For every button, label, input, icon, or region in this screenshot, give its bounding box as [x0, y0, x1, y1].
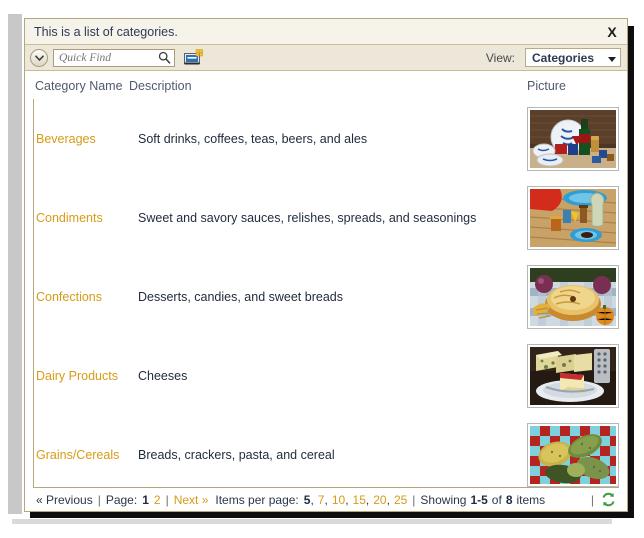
table-row[interactable]: Condiments Sweet and savory sauces, reli…: [34, 178, 627, 257]
column-header-picture[interactable]: Picture: [527, 79, 627, 93]
category-name-link[interactable]: Confections: [34, 290, 138, 304]
modal-titlebar: This is a list of categories. X: [25, 19, 627, 45]
modal-title: This is a list of categories.: [34, 24, 178, 39]
items-per-page-7[interactable]: 7: [318, 493, 325, 507]
page-number-2[interactable]: 2: [154, 493, 161, 507]
category-name-link[interactable]: Grains/Cereals: [34, 448, 138, 462]
category-picture-cell: [527, 422, 627, 487]
footer-separator: |: [412, 492, 416, 507]
category-description: Desserts, candies, and sweet breads: [138, 289, 343, 304]
view-label: View:: [485, 50, 515, 65]
items-per-page-20[interactable]: 20: [373, 493, 386, 507]
search-icon[interactable]: [158, 51, 171, 64]
beverages-thumbnail: [527, 106, 619, 171]
footer-separator: |: [590, 492, 594, 507]
items-per-page-25[interactable]: 25: [394, 493, 407, 507]
refresh-icon[interactable]: [599, 491, 617, 509]
showing-total: 8: [505, 492, 513, 507]
next-page-link[interactable]: Next »: [174, 493, 209, 507]
quick-find-box[interactable]: [53, 48, 175, 67]
table-row[interactable]: Dairy Products Cheeses: [34, 336, 627, 415]
previous-page-link[interactable]: « Previous: [36, 493, 93, 507]
category-description: Cheeses: [138, 368, 188, 383]
background-left-margin: [0, 14, 8, 514]
chevron-down-icon[interactable]: [30, 48, 48, 67]
showing-range: 1-5: [470, 492, 488, 507]
footer-separator: |: [165, 492, 169, 507]
category-name-link[interactable]: Dairy Products: [34, 369, 138, 383]
page-label: Page:: [105, 492, 138, 507]
category-name-link[interactable]: Condiments: [34, 211, 138, 225]
search-input[interactable]: [59, 49, 158, 66]
close-button[interactable]: X: [603, 23, 621, 41]
background-obscured-text: [9, 170, 22, 370]
view-select[interactable]: Categories: [525, 48, 621, 67]
footer-separator: |: [97, 492, 101, 507]
items-per-page-5[interactable]: 5: [304, 493, 311, 507]
pagination-footer: « Previous | Page: 1 2 | Next » Items pe…: [33, 487, 619, 511]
category-description: Sweet and savory sauces, relishes, sprea…: [138, 210, 477, 225]
view-select-value: Categories: [532, 50, 595, 65]
categories-modal-dialog: This is a list of categories. X Quick Fi…: [24, 18, 628, 512]
categories-grid: Category Name Description Picture Bevera…: [25, 71, 627, 487]
new-record-icon[interactable]: [183, 48, 205, 68]
showing-prefix: Showing: [420, 492, 467, 507]
grid-header-row: Category Name Description Picture: [25, 71, 627, 99]
caret-down-icon: [608, 49, 616, 67]
dairy-products-thumbnail: [527, 343, 619, 408]
category-picture-cell: [527, 106, 627, 171]
items-per-page-15[interactable]: 15: [353, 493, 366, 507]
condiments-thumbnail: [527, 185, 619, 250]
modal-toolbar: View: Categories: [25, 45, 627, 71]
page-number-1[interactable]: 1: [142, 493, 149, 507]
showing-suffix: items: [516, 492, 546, 507]
category-description: Soft drinks, coffees, teas, beers, and a…: [138, 131, 368, 146]
grains-cereals-thumbnail: [527, 422, 619, 487]
table-row[interactable]: Grains/Cereals Breads, crackers, pasta, …: [34, 415, 627, 487]
table-row[interactable]: Beverages Soft drinks, coffees, teas, be…: [34, 99, 627, 178]
category-picture-cell: [527, 264, 627, 329]
confections-thumbnail: [527, 264, 619, 329]
column-header-description[interactable]: Description: [129, 79, 527, 93]
category-picture-cell: [527, 343, 627, 408]
items-per-page-10[interactable]: 10: [332, 493, 345, 507]
table-row[interactable]: Confections Desserts, candies, and sweet…: [34, 257, 627, 336]
category-description: Breads, crackers, pasta, and cereal: [138, 447, 335, 462]
showing-middle: of: [491, 492, 502, 507]
category-name-link[interactable]: Beverages: [34, 132, 138, 146]
category-picture-cell: [527, 185, 627, 250]
background-bottom-bar: [12, 519, 612, 524]
column-header-category-name[interactable]: Category Name: [25, 79, 129, 93]
items-per-page-label: Items per page:: [215, 492, 299, 507]
grid-body: Beverages Soft drinks, coffees, teas, be…: [33, 99, 627, 487]
